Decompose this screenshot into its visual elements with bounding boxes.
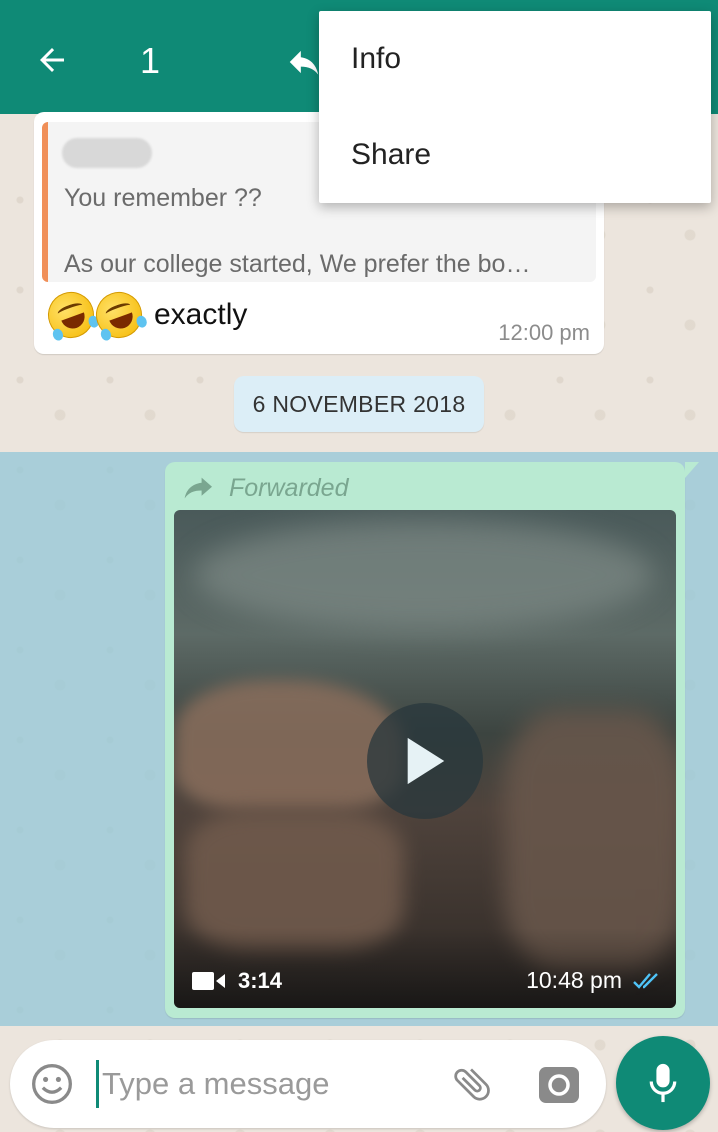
video-thumbnail[interactable]: 3:14 10:48 pm [174, 510, 676, 1008]
video-camera-icon [192, 972, 225, 990]
double-check-read-icon [633, 972, 658, 989]
forward-icon [184, 477, 212, 499]
outgoing-video-message[interactable]: Forwarded 3:14 10:48 pm [165, 462, 699, 1018]
video-duration: 3:14 [192, 968, 282, 994]
menu-item-info[interactable]: Info [319, 11, 711, 107]
overflow-menu: Info Share [319, 11, 711, 203]
smiley-icon [32, 1064, 72, 1104]
message-input[interactable] [102, 1060, 422, 1108]
tear-icon [134, 314, 149, 330]
video-frame-detail [194, 520, 654, 630]
quoted-text-line: As our college started, We prefer the bo… [64, 250, 531, 278]
back-button[interactable] [28, 36, 76, 84]
microphone-icon [649, 1063, 677, 1103]
emoji-group [41, 285, 149, 345]
play-button[interactable] [367, 703, 483, 819]
reply-icon [289, 50, 319, 75]
forwarded-label: Forwarded [229, 473, 349, 502]
attach-button[interactable] [450, 1062, 494, 1106]
message-timestamp: 10:48 pm [526, 967, 662, 994]
rolling-on-floor-laughing-emoji [89, 285, 149, 345]
message-composer [10, 1040, 606, 1128]
tear-icon [99, 327, 113, 343]
date-divider: 6 NOVEMBER 2018 [234, 376, 484, 432]
rolling-on-floor-laughing-emoji [41, 285, 101, 345]
emoji-button[interactable] [30, 1062, 74, 1106]
message-time-text: 10:48 pm [526, 967, 622, 993]
selected-count: 1 [140, 40, 161, 81]
camera-icon [539, 1067, 579, 1103]
play-icon [407, 737, 445, 785]
arrow-left-icon [40, 48, 64, 72]
text-cursor [96, 1060, 99, 1108]
forwarded-indicator: Forwarded [183, 468, 349, 508]
quoted-sender-name-redacted [62, 138, 152, 168]
paperclip-icon [454, 1068, 490, 1101]
video-duration-text: 3:14 [238, 968, 283, 993]
voice-record-button[interactable] [616, 1036, 710, 1130]
menu-item-share[interactable]: Share [319, 107, 711, 203]
camera-button[interactable] [538, 1064, 580, 1104]
quoted-text-line: You remember ?? [64, 184, 262, 212]
tear-icon [51, 327, 65, 343]
message-timestamp: 12:00 pm [498, 320, 590, 345]
message-text: exactly [154, 298, 248, 331]
